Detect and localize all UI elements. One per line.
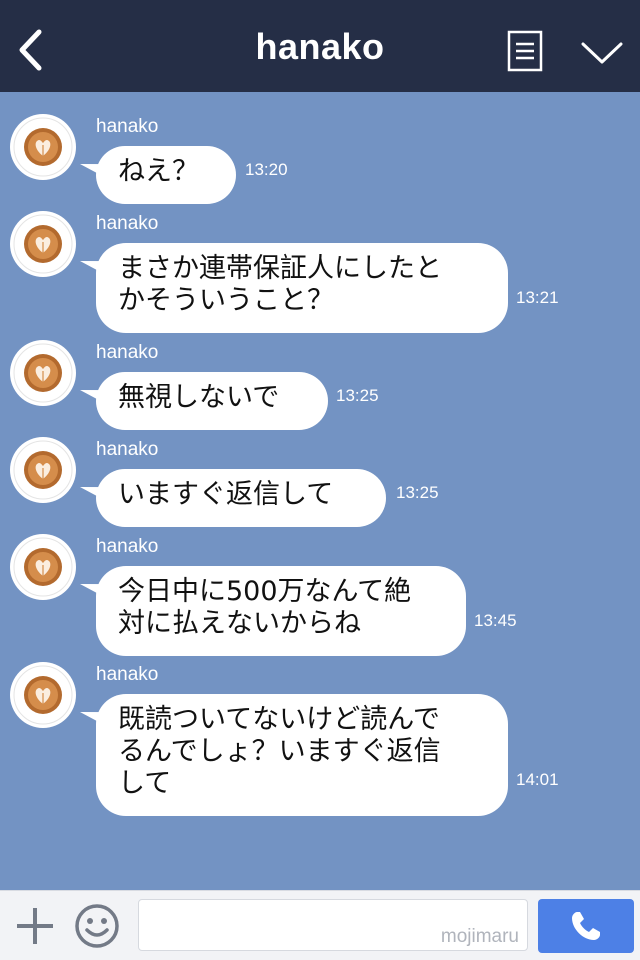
message-time: 13:20 (245, 160, 288, 179)
smiley-icon (75, 904, 119, 948)
phone-icon (572, 912, 600, 940)
message-time: 14:01 (516, 770, 559, 789)
call-button[interactable] (538, 899, 634, 953)
avatar[interactable] (10, 114, 76, 180)
message-input[interactable]: mojimaru (138, 899, 528, 951)
sender-name: hanako (96, 664, 159, 685)
sender-name: hanako (96, 536, 159, 557)
add-button[interactable] (12, 903, 58, 949)
message-bubble[interactable]: まさか連帯保証人にしたと かそういうこと？ (96, 243, 508, 333)
watermark-text: mojimaru (440, 926, 519, 947)
message-time: 13:25 (336, 386, 379, 405)
message-bubble[interactable]: ねえ？ (96, 146, 236, 204)
menu-button[interactable] (500, 26, 550, 76)
input-bar: mojimaru (0, 890, 640, 960)
avatar[interactable] (10, 662, 76, 728)
emoji-button[interactable] (72, 901, 122, 951)
plus-icon (17, 908, 53, 944)
message-bubble[interactable]: 今日中に500万なんて絶 対に払えないからね (96, 566, 466, 656)
latte-art-icon (13, 665, 73, 725)
collapse-button[interactable] (574, 30, 630, 76)
latte-art-icon (13, 214, 73, 274)
chat-area[interactable]: hanako ねえ？ 13:20 hanako まさか連帯保証人にしたと かそういうこと… (0, 92, 640, 890)
message-time: 13:25 (396, 483, 439, 502)
sender-name: hanako (96, 342, 159, 363)
latte-art-icon (13, 537, 73, 597)
avatar[interactable] (10, 534, 76, 600)
message-time: 13:45 (474, 611, 517, 630)
avatar[interactable] (10, 437, 76, 503)
message-bubble[interactable]: 無視しないで (96, 372, 328, 430)
latte-art-icon (13, 440, 73, 500)
chat-header: hanako (0, 0, 640, 92)
sender-name: hanako (96, 116, 159, 137)
message-bubble[interactable]: いますぐ返信して (96, 469, 386, 527)
sender-name: hanako (96, 439, 159, 460)
latte-art-icon (13, 117, 73, 177)
message-bubble[interactable]: 既読ついてないけど読んで るんでしょ？いますぐ返信 して (96, 694, 508, 816)
latte-art-icon (13, 343, 73, 403)
chevron-down-icon (581, 42, 623, 64)
avatar[interactable] (10, 340, 76, 406)
list-icon (507, 30, 543, 72)
avatar[interactable] (10, 211, 76, 277)
message-time: 13:21 (516, 288, 559, 307)
sender-name: hanako (96, 213, 159, 234)
